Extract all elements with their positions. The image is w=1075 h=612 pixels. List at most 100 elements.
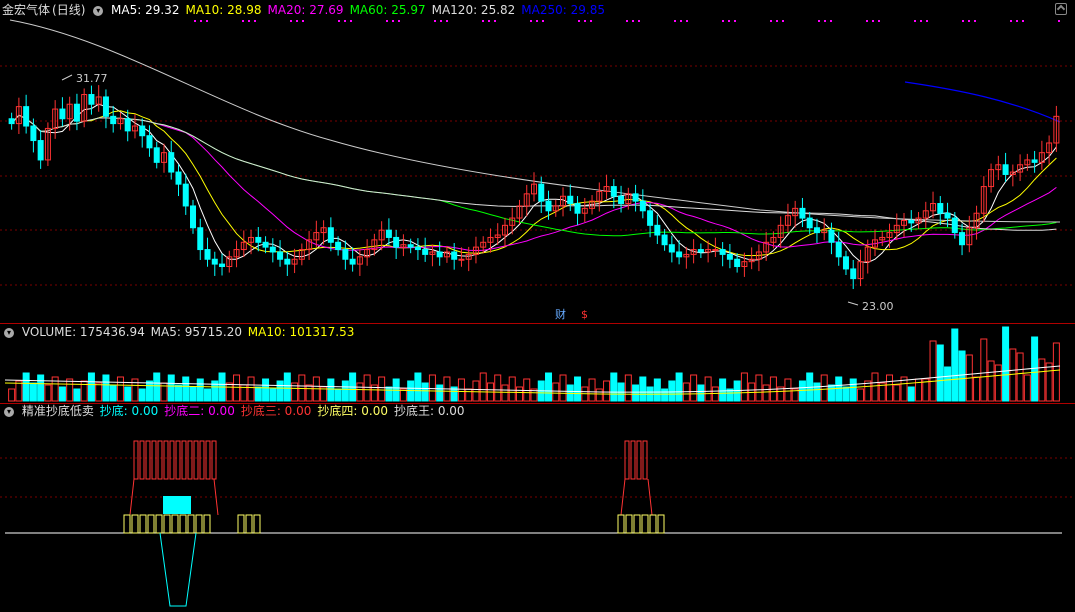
ma-legend-item: MA5: 29.32: [111, 3, 180, 17]
volume-bar: [283, 372, 291, 402]
volume-bar: [886, 374, 894, 402]
candle: [146, 135, 153, 149]
volume-bar: [958, 350, 966, 402]
volume-bar: [545, 372, 553, 402]
volume-bar: [864, 380, 872, 402]
volume-bar: [668, 380, 676, 402]
settings-icon[interactable]: ▾: [93, 5, 104, 16]
volume-bar: [428, 374, 436, 402]
volume-bar: [465, 388, 473, 402]
volume-bar: [457, 378, 465, 402]
candle: [545, 200, 552, 212]
signal-bar-red: [157, 440, 163, 480]
volume-bar: [820, 374, 828, 402]
indicator-settings-icon[interactable]: ▾: [4, 406, 14, 417]
ma-legend-item: MA250: 29.85: [521, 3, 605, 17]
candle: [567, 195, 574, 205]
volume-bar: [327, 378, 335, 402]
signal-block-cyan: [163, 496, 191, 514]
signal-dot: [782, 20, 784, 22]
candle: [182, 183, 189, 207]
candle: [806, 217, 813, 229]
volume-settings-icon[interactable]: ▾: [4, 327, 14, 338]
candlesticks: [8, 85, 1060, 290]
candle: [610, 186, 617, 197]
signal-bar-red: [630, 440, 636, 480]
volume-bar: [603, 380, 611, 402]
candle: [175, 171, 182, 185]
candle: [951, 217, 958, 234]
volume-bar: [719, 378, 727, 402]
candle: [407, 244, 414, 248]
volume-bar: [334, 388, 342, 402]
volume-bar: [1031, 336, 1039, 402]
candle: [661, 234, 668, 246]
signal-dot: [536, 20, 538, 22]
expand-icon[interactable]: [1055, 3, 1067, 15]
signal-dot: [398, 20, 400, 22]
volume-bar: [559, 374, 567, 402]
chart-canvas[interactable]: 31.77 23.00 财 $: [0, 0, 1075, 612]
signal-dot: [392, 20, 394, 22]
volume-bar: [697, 384, 705, 402]
volume-bar: [494, 374, 502, 402]
volume-bar: [994, 364, 1002, 402]
volume-bar: [436, 384, 444, 402]
indicator-legend-item: 抄底四: 0.00: [317, 404, 388, 418]
volume-bar: [8, 388, 16, 402]
signal-bar-red: [187, 440, 193, 480]
signal-dot: [206, 20, 208, 22]
signal-dot: [338, 20, 340, 22]
volume-bar: [247, 376, 255, 402]
grid-lines: [0, 65, 1075, 498]
volume-bar: [574, 376, 582, 402]
signal-dot: [968, 20, 970, 22]
volume-bar: [204, 388, 212, 402]
volume-header: ▾ VOLUME: 175436.94 MA5: 95715.20 MA10: …: [2, 324, 356, 340]
signal-dot: [386, 20, 388, 22]
candle: [73, 103, 80, 122]
volume-bar: [893, 384, 901, 402]
candle: [959, 232, 966, 246]
signal-dot: [578, 20, 580, 22]
candle: [451, 251, 458, 260]
signal-bar-red: [636, 440, 642, 480]
signal-bar-red: [205, 440, 211, 480]
volume-ma10: MA10: 101317.53: [247, 325, 355, 339]
volume-bar: [515, 386, 523, 402]
signal-dot: [344, 20, 346, 22]
volume-bar: [269, 388, 277, 402]
candle: [284, 258, 291, 265]
signal-bar-red: [193, 440, 199, 480]
volume-bar: [109, 384, 117, 402]
high-pointer: [61, 74, 73, 81]
volume-bar: [95, 382, 103, 402]
volume-label: VOLUME: 175436.94: [21, 325, 145, 339]
ma-legend-item: MA60: 25.97: [349, 3, 426, 17]
candle: [908, 219, 915, 224]
low-label: 23.00: [862, 300, 894, 313]
signal-dot: [200, 20, 202, 22]
volume-bar: [1016, 352, 1024, 402]
signal-bar-yellow: [195, 514, 203, 534]
signal-dot: [494, 20, 496, 22]
candle: [734, 258, 741, 268]
signal-bar-yellow: [155, 514, 163, 534]
signal-dot: [776, 20, 778, 22]
signal-bar-yellow: [253, 514, 261, 534]
candle: [850, 268, 857, 280]
volume-bar: [1009, 348, 1017, 402]
candle: [639, 200, 646, 212]
candle: [262, 241, 269, 248]
volume-bar: [661, 388, 669, 402]
volume-bar: [153, 372, 161, 402]
signal-dot: [830, 20, 832, 22]
candle: [277, 251, 284, 260]
signal-dot: [824, 20, 826, 22]
signal-dot: [674, 20, 676, 22]
signal-dot: [962, 20, 964, 22]
signal-dot: [302, 20, 304, 22]
signal-dot: [290, 20, 292, 22]
candle: [139, 125, 146, 137]
indicator-bars: [5, 440, 1062, 607]
